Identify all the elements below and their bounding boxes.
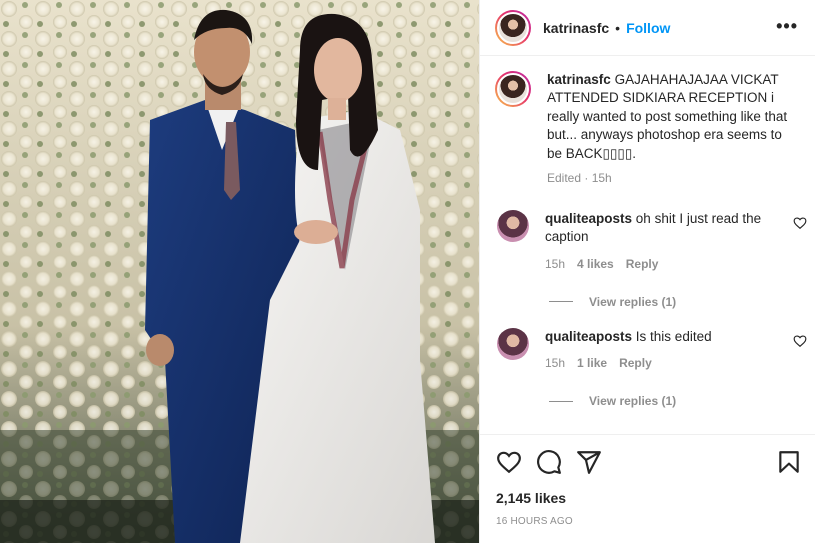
- bookmark-icon[interactable]: [776, 449, 802, 475]
- comment-username[interactable]: qualiteaposts: [545, 329, 632, 344]
- comment-heart-icon[interactable]: [793, 334, 807, 348]
- header-separator: •: [615, 19, 621, 36]
- comment-text: Is this edited: [635, 329, 712, 344]
- post-header: katrinasfc • Follow •••: [480, 0, 815, 56]
- view-replies-label: View replies (1): [589, 294, 677, 309]
- comment-time: 15h: [545, 356, 566, 371]
- post-side-panel: katrinasfc • Follow ••• katrinasfc GAJAH…: [479, 0, 815, 543]
- comment-time: 15h: [545, 256, 566, 271]
- caption-meta: Edited · 15h: [547, 171, 612, 186]
- commenter-avatar[interactable]: [497, 328, 529, 360]
- reply-button[interactable]: Reply: [619, 356, 652, 370]
- comment-item: qualiteaposts oh shit I just read the ca…: [497, 210, 807, 309]
- view-replies-button[interactable]: View replies (1): [549, 295, 807, 309]
- reply-button[interactable]: Reply: [626, 257, 659, 271]
- comment-body: qualiteaposts oh shit I just read the ca…: [545, 210, 777, 247]
- replies-divider: [549, 400, 573, 402]
- follow-button[interactable]: Follow: [626, 20, 670, 36]
- comment-meta: 15h 4 likes Reply: [545, 257, 807, 271]
- comment-username[interactable]: qualiteaposts: [545, 211, 632, 226]
- heart-icon[interactable]: [496, 449, 522, 475]
- comment-icon[interactable]: [536, 449, 562, 475]
- comment-meta: 15h 1 like Reply: [545, 356, 807, 370]
- author-username[interactable]: katrinasfc: [543, 20, 609, 36]
- caption-avatar[interactable]: [495, 71, 531, 107]
- post-image: [0, 0, 479, 543]
- post-caption: katrinasfc GAJAHAHAJAJAA VICKAT ATTENDED…: [495, 71, 795, 185]
- commenter-avatar[interactable]: [497, 210, 529, 242]
- comment-likes[interactable]: 1 like: [577, 356, 607, 370]
- post-actions: 2,145 likes 16 HOURS AGO: [480, 434, 815, 543]
- author-avatar[interactable]: [495, 9, 531, 46]
- post-timestamp: 16 HOURS AGO: [496, 516, 573, 527]
- caption-username[interactable]: katrinasfc: [547, 72, 611, 87]
- share-icon[interactable]: [576, 449, 602, 475]
- view-replies-label: View replies (1): [589, 394, 677, 409]
- comments-section[interactable]: katrinasfc GAJAHAHAJAJAA VICKAT ATTENDED…: [480, 57, 815, 434]
- view-replies-button[interactable]: View replies (1): [549, 394, 807, 408]
- comment-item: qualiteaposts Is this edited 15h 1 like …: [497, 328, 807, 408]
- caption-body: katrinasfc GAJAHAHAJAJAA VICKAT ATTENDED…: [547, 71, 795, 163]
- comment-likes[interactable]: 4 likes: [577, 257, 614, 271]
- replies-divider: [549, 301, 573, 303]
- likes-count[interactable]: 2,145 likes: [496, 490, 566, 506]
- more-options-icon[interactable]: •••: [776, 17, 798, 35]
- action-icons: [496, 449, 802, 475]
- comment-heart-icon[interactable]: [793, 216, 807, 230]
- comment-body: qualiteaposts Is this edited: [545, 328, 777, 346]
- post-photo[interactable]: [0, 0, 479, 543]
